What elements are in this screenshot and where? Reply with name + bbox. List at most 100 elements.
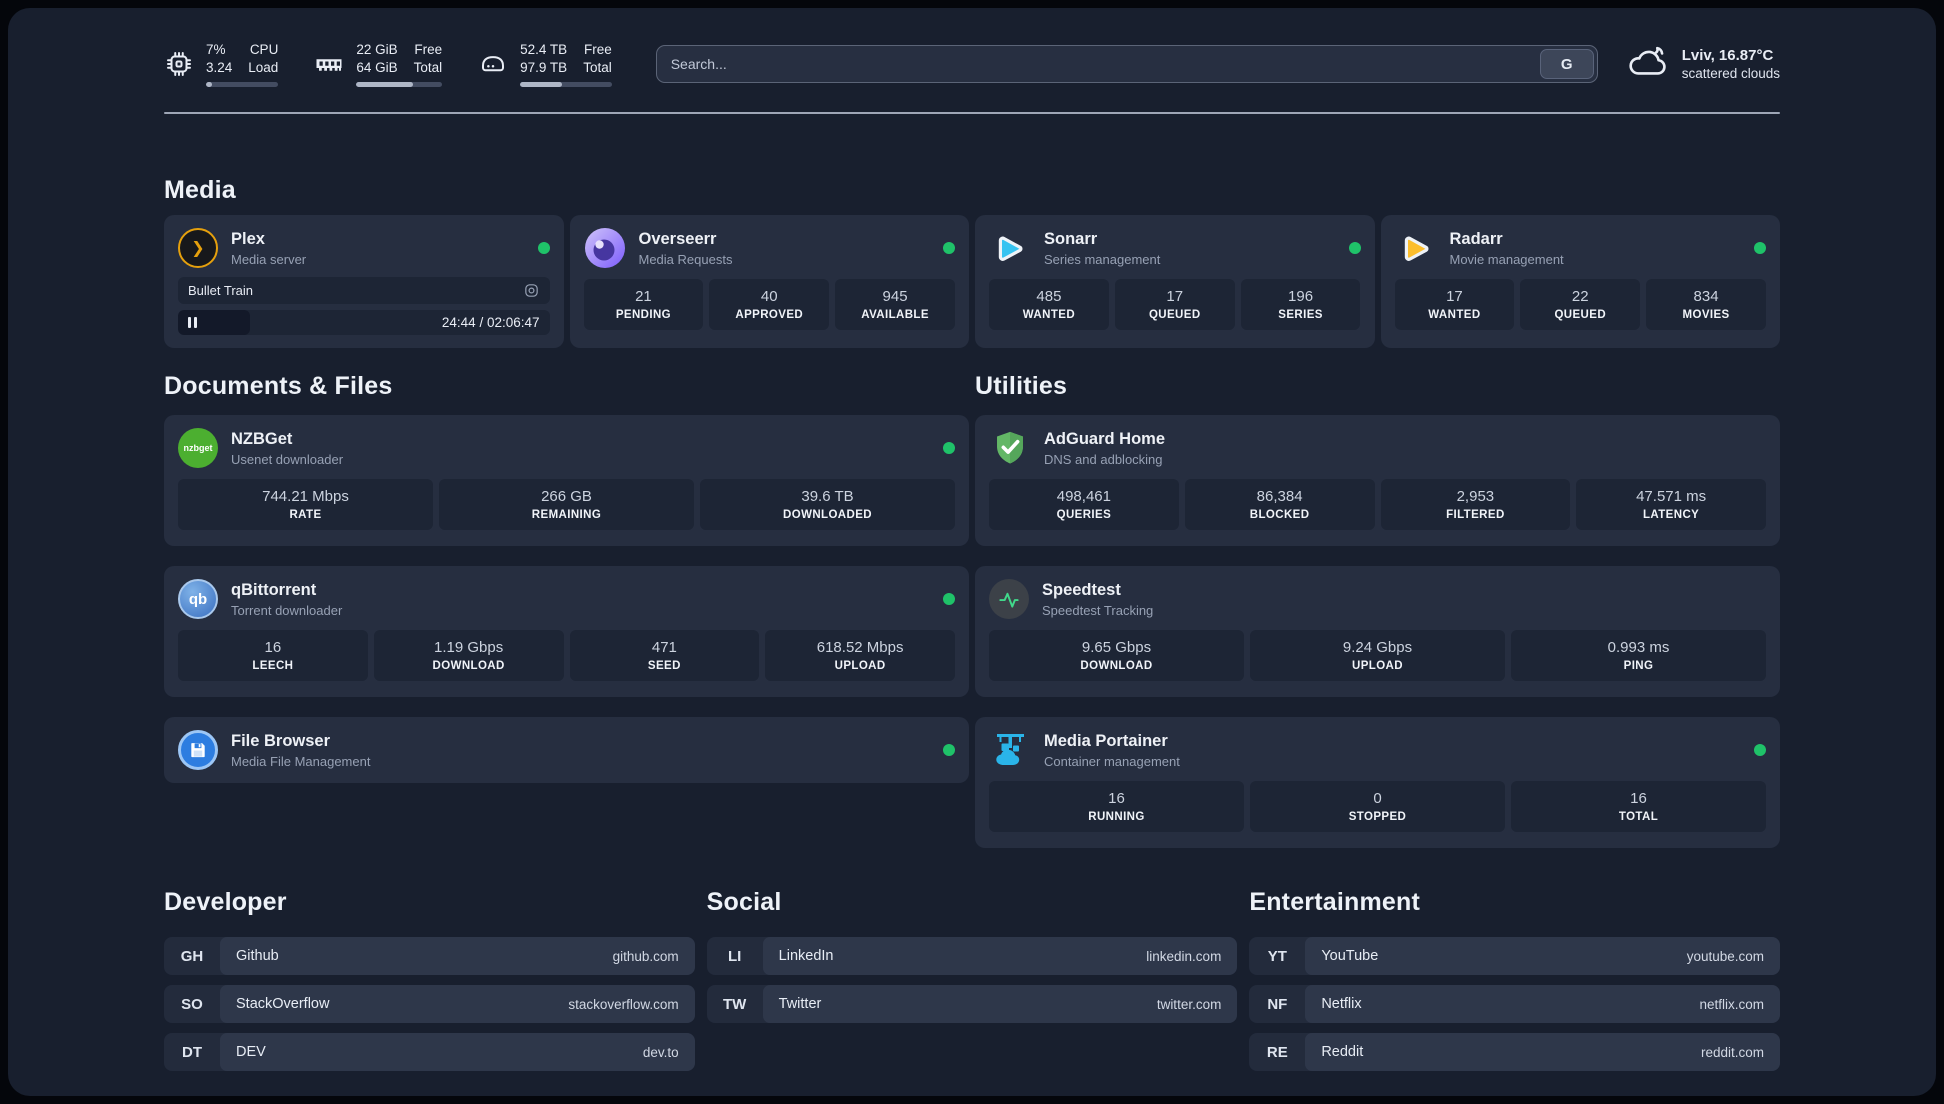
stat-value: 618.52 Mbps [816, 639, 904, 656]
stat-value: 17 [1166, 288, 1184, 305]
stat-box: 834 MOVIES [1646, 279, 1766, 330]
bookmark-name: Twitter [778, 996, 822, 1012]
bookmark-url: twitter.com [1156, 996, 1222, 1012]
bookmark-url: linkedin.com [1146, 948, 1222, 964]
app-name: qBittorrent [231, 580, 317, 599]
screenshot-frame: 7% 3.24 CPU Load 22 GiB 64 GiB Free Tota… [0, 0, 1944, 1104]
nzbget-icon: nzbget [178, 428, 218, 468]
bookmark-reddit[interactable]: RE Reddit reddit.com [1249, 1033, 1780, 1071]
app-card-plex[interactable]: ❯ Plex Media server Bullet Train 24:44 /… [164, 215, 564, 348]
app-card-filebrowser[interactable]: File Browser Media File Management [164, 717, 969, 783]
app-card-adguard[interactable]: AdGuard Home DNS and adblocking 498,461 … [975, 415, 1780, 546]
stat-value: 9.24 Gbps [1342, 639, 1413, 656]
speedtest-icon [989, 579, 1029, 619]
app-name: Speedtest [1042, 580, 1121, 599]
cloud-icon [1626, 41, 1668, 88]
stat-label: SEED [647, 660, 681, 672]
app-name: Radarr [1449, 229, 1503, 248]
stat-box: 266 GB REMAINING [439, 479, 694, 530]
bookmark-abbr: YT [1267, 947, 1287, 965]
stat-label: PENDING [615, 309, 672, 321]
search-engine-button[interactable]: G [1539, 49, 1594, 79]
stat-box: 21 PENDING [583, 279, 704, 330]
bookmark-stackoverflow[interactable]: SO StackOverflow stackoverflow.com [164, 985, 695, 1023]
stat-label: PING [1623, 660, 1654, 672]
cpu-usage-value: 7% [206, 42, 226, 58]
disk-free-value: 52.4 TB [520, 42, 568, 58]
stat-value: 16 [264, 639, 282, 656]
app-name: AdGuard Home [1044, 429, 1166, 448]
stat-value: 471 [651, 639, 677, 656]
stat-value: 17 [1446, 288, 1463, 305]
status-dot-online [943, 242, 955, 254]
ram-total-label: Total [413, 60, 443, 75]
app-card-portainer[interactable]: Media Portainer Container management 16 … [975, 717, 1780, 848]
bookmark-url: netflix.com [1699, 996, 1764, 1012]
stat-label: FILTERED [1446, 509, 1505, 521]
search-input[interactable] [656, 46, 1540, 82]
playback-progress-bar[interactable]: 24:44 / 02:06:47 [178, 310, 550, 335]
stat-label: UPLOAD [834, 660, 886, 672]
stat-label: RUNNING [1088, 811, 1145, 823]
stat-label: UPLOAD [1352, 660, 1403, 672]
stat-value: 40 [760, 288, 778, 305]
qbittorrent-icon: qb [178, 579, 218, 619]
disk-total-label: Total [583, 60, 612, 75]
stat-box: 16 TOTAL [1511, 781, 1766, 832]
bookmark-netflix[interactable]: NF Netflix netflix.com [1249, 985, 1780, 1023]
status-dot-online [943, 442, 955, 454]
app-card-sonarr[interactable]: Sonarr Series management 485 WANTED 17 Q… [975, 215, 1375, 348]
stat-value: 744.21 Mbps [262, 488, 349, 505]
cpu-stat-widget: 7% 3.24 CPU Load [164, 41, 279, 87]
app-desc: Media Requests [638, 251, 733, 267]
sonarr-icon [989, 228, 1031, 268]
stat-label: BLOCKED [1249, 509, 1310, 521]
app-desc: DNS and adblocking [1044, 451, 1163, 467]
session-camera-icon[interactable] [523, 282, 540, 299]
stat-label: SERIES [1278, 309, 1323, 321]
dashboard-background: 7% 3.24 CPU Load 22 GiB 64 GiB Free Tota… [8, 8, 1936, 1096]
status-dot-online [943, 593, 955, 605]
adguard-icon [989, 428, 1031, 468]
stat-value: 86,384 [1256, 488, 1303, 505]
stat-box: 16 LEECH [178, 630, 368, 681]
bookmark-url: youtube.com [1686, 948, 1764, 964]
ram-progress-bar [356, 81, 443, 87]
media-grid: ❯ Plex Media server Bullet Train 24:44 /… [164, 215, 1780, 348]
bookmark-youtube[interactable]: YT YouTube youtube.com [1249, 937, 1780, 975]
search-bar[interactable]: G [655, 45, 1598, 83]
bookmark-url: github.com [612, 948, 679, 964]
app-card-overseerr[interactable]: Overseerr Media Requests 21 PENDING 40 A… [569, 215, 969, 348]
bookmark-dev[interactable]: DT DEV dev.to [164, 1033, 695, 1071]
stat-value: 0.993 ms [1607, 639, 1670, 656]
bookmark-twitter[interactable]: TW Twitter twitter.com [706, 985, 1238, 1023]
stat-label: REMAINING [531, 509, 602, 521]
stat-box: 471 SEED [569, 630, 760, 681]
app-desc: Media server [231, 251, 307, 267]
app-card-nzbget[interactable]: nzbget NZBGet Usenet downloader 744.21 M… [164, 415, 969, 546]
app-card-radarr[interactable]: Radarr Movie management 17 WANTED 22 QUE… [1380, 215, 1780, 348]
stat-box: 1.19 Gbps DOWNLOAD [373, 630, 564, 681]
stat-value: 485 [1036, 288, 1062, 305]
bookmark-github[interactable]: GH Github github.com [164, 937, 695, 975]
app-card-speedtest[interactable]: Speedtest Speedtest Tracking 9.65 Gbps D… [975, 566, 1780, 697]
bookmark-abbr: DT [182, 1043, 202, 1061]
top-bar: 7% 3.24 CPU Load 22 GiB 64 GiB Free Tota… [164, 38, 1780, 90]
disk-total-value: 97.9 TB [520, 60, 568, 75]
bookmark-name: DEV [236, 1044, 266, 1060]
bookmarks-entertainment: Entertainment YT YouTube youtube.com NF … [1249, 888, 1780, 1081]
bookmark-linkedin[interactable]: LI LinkedIn linkedin.com [706, 937, 1238, 975]
bookmark-name: LinkedIn [778, 948, 834, 964]
stat-box: 744.21 Mbps RATE [178, 479, 433, 530]
bookmark-url: reddit.com [1700, 1044, 1764, 1060]
stat-box: 0.993 ms PING [1511, 630, 1766, 681]
overseerr-icon [584, 228, 626, 268]
app-card-qbittorrent[interactable]: qb qBittorrent Torrent downloader 16 LEE… [164, 566, 969, 697]
ram-icon [314, 41, 344, 79]
app-name: Overseerr [638, 229, 717, 248]
pause-icon[interactable] [188, 317, 197, 328]
stat-box: 485 WANTED [989, 279, 1109, 330]
utilities-column: Utilities AdGuard Home DNS and adblockin… [975, 372, 1780, 848]
stat-box: 17 QUEUED [1114, 279, 1235, 330]
stat-box: 22 QUEUED [1520, 279, 1641, 330]
